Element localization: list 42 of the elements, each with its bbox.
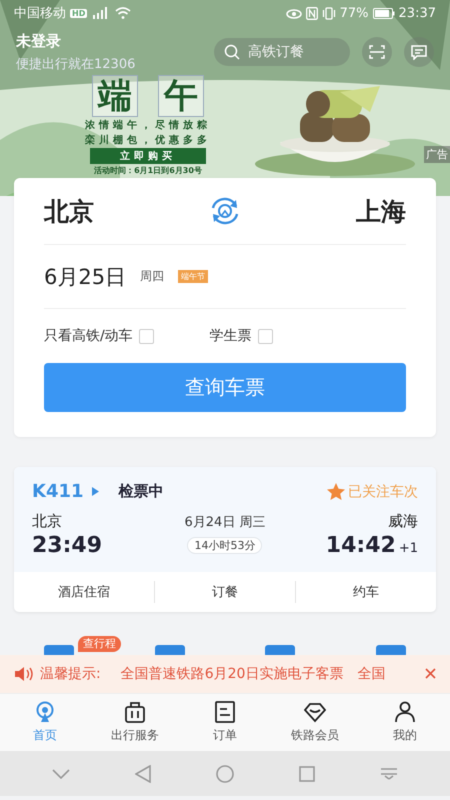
chevron-down-icon[interactable] [52,768,70,778]
checkbox[interactable] [258,328,273,344]
trip-service-link[interactable]: 约车 [296,581,436,603]
diamond-icon [304,701,326,723]
tab[interactable]: 我的 [360,694,450,751]
day-offset: +1 [398,541,418,556]
tab[interactable]: 出行服务 [90,694,180,751]
trip-service-link[interactable]: 订餐 [155,581,296,603]
option-label: 学生票 [210,327,252,345]
person-icon [394,701,416,723]
home-button-icon[interactable] [216,764,234,782]
trip-service-link[interactable]: 酒店住宿 [14,581,155,603]
star-icon [327,483,345,500]
luggage-icon [124,701,146,723]
recent-apps-icon[interactable] [298,766,315,782]
notice-label: 温馨提示: [40,665,101,683]
trip-date: 6月24日 周三 [184,514,266,530]
departure-time: 23:49 [32,533,104,558]
itinerary-badge: 查行程 [78,636,121,652]
play-icon [92,487,99,496]
swap-button[interactable] [210,196,240,226]
travel-date[interactable]: 6月25日 [44,262,126,290]
back-icon[interactable] [135,764,152,782]
departure-city[interactable]: 北京 [44,194,94,228]
train-status: 检票中 [118,482,165,501]
notification-pull-icon[interactable] [380,766,398,780]
arrival-city[interactable]: 上海 [356,194,406,228]
checkbox[interactable] [138,328,154,344]
arrival-time: 14:42 [326,533,396,558]
speaker-icon [14,667,34,681]
trip-duration: 14小时53分 [187,537,262,554]
holiday-tag: 端午节 [178,270,208,283]
home-icon [34,701,56,723]
weekday: 周四 [140,268,164,285]
document-icon [214,701,236,723]
tab[interactable]: 订单 [180,694,270,751]
arrival-station: 威海 [388,512,418,531]
swap-icon [209,196,241,226]
tab[interactable]: 铁路会员 [270,694,360,751]
close-icon [425,668,436,679]
option-label: 只看高铁/动车 [44,327,133,345]
departure-station: 北京 [32,512,63,531]
